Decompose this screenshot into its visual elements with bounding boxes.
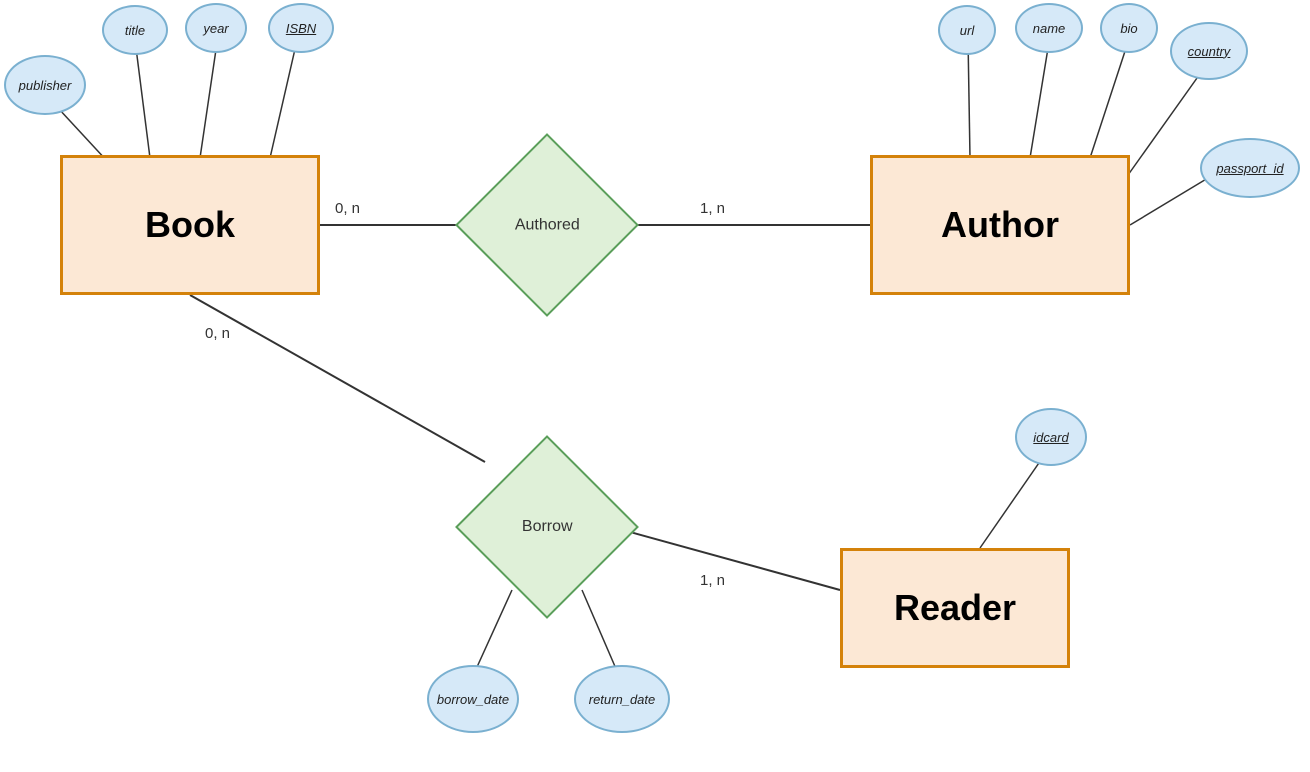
publisher-label: publisher bbox=[19, 78, 72, 93]
author-label: Author bbox=[941, 204, 1059, 246]
cardinality-author-authored: 1, n bbox=[700, 200, 725, 217]
passport-id-label: passport_id bbox=[1216, 161, 1283, 176]
bio-attr: bio bbox=[1100, 3, 1158, 53]
isbn-attr: ISBN bbox=[268, 3, 334, 53]
return-date-label: return_date bbox=[589, 692, 656, 707]
cardinality-reader-borrow: 1, n bbox=[700, 572, 725, 589]
name-attr: name bbox=[1015, 3, 1083, 53]
url-label: url bbox=[960, 23, 974, 38]
name-label: name bbox=[1033, 21, 1066, 36]
borrow-date-label: borrow_date bbox=[437, 692, 509, 707]
book-label: Book bbox=[145, 204, 235, 246]
author-entity: Author bbox=[870, 155, 1130, 295]
idcard-label: idcard bbox=[1033, 430, 1068, 445]
year-label: year bbox=[203, 21, 228, 36]
idcard-attr: idcard bbox=[1015, 408, 1087, 466]
bio-label: bio bbox=[1120, 21, 1137, 36]
isbn-label: ISBN bbox=[286, 21, 316, 36]
cardinality-book-authored: 0, n bbox=[335, 200, 360, 217]
title-label: title bbox=[125, 23, 145, 38]
reader-label: Reader bbox=[894, 587, 1016, 629]
passport-id-attr: passport_id bbox=[1200, 138, 1300, 198]
borrow-date-attr: borrow_date bbox=[427, 665, 519, 733]
return-date-attr: return_date bbox=[574, 665, 670, 733]
country-attr: country bbox=[1170, 22, 1248, 80]
book-entity: Book bbox=[60, 155, 320, 295]
reader-entity: Reader bbox=[840, 548, 1070, 668]
borrow-label: Borrow bbox=[522, 518, 573, 536]
title-attr: title bbox=[102, 5, 168, 55]
year-attr: year bbox=[185, 3, 247, 53]
cardinality-book-borrow: 0, n bbox=[205, 325, 230, 342]
publisher-attr: publisher bbox=[4, 55, 86, 115]
authored-label: Authored bbox=[515, 216, 580, 234]
country-label: country bbox=[1188, 44, 1231, 59]
url-attr: url bbox=[938, 5, 996, 55]
